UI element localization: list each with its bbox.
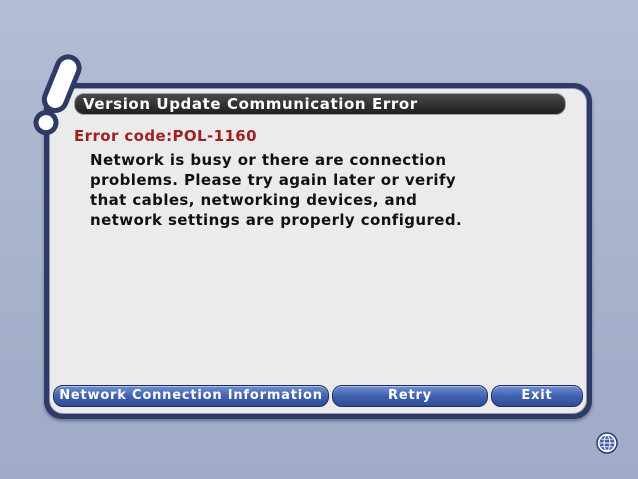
dialog-title: Version Update Communication Error (83, 95, 418, 113)
network-connection-info-button[interactable]: Network Connection Information (53, 385, 329, 407)
error-message: Network is busy or there are connection … (90, 151, 463, 229)
retry-button[interactable]: Retry (332, 385, 488, 407)
exit-button[interactable]: Exit (491, 385, 583, 407)
globe-icon[interactable] (596, 432, 618, 454)
error-code: Error code:POL-1160 (74, 127, 257, 145)
dialog-title-bar: Version Update Communication Error (74, 93, 566, 115)
exclamation-icon (33, 54, 82, 136)
